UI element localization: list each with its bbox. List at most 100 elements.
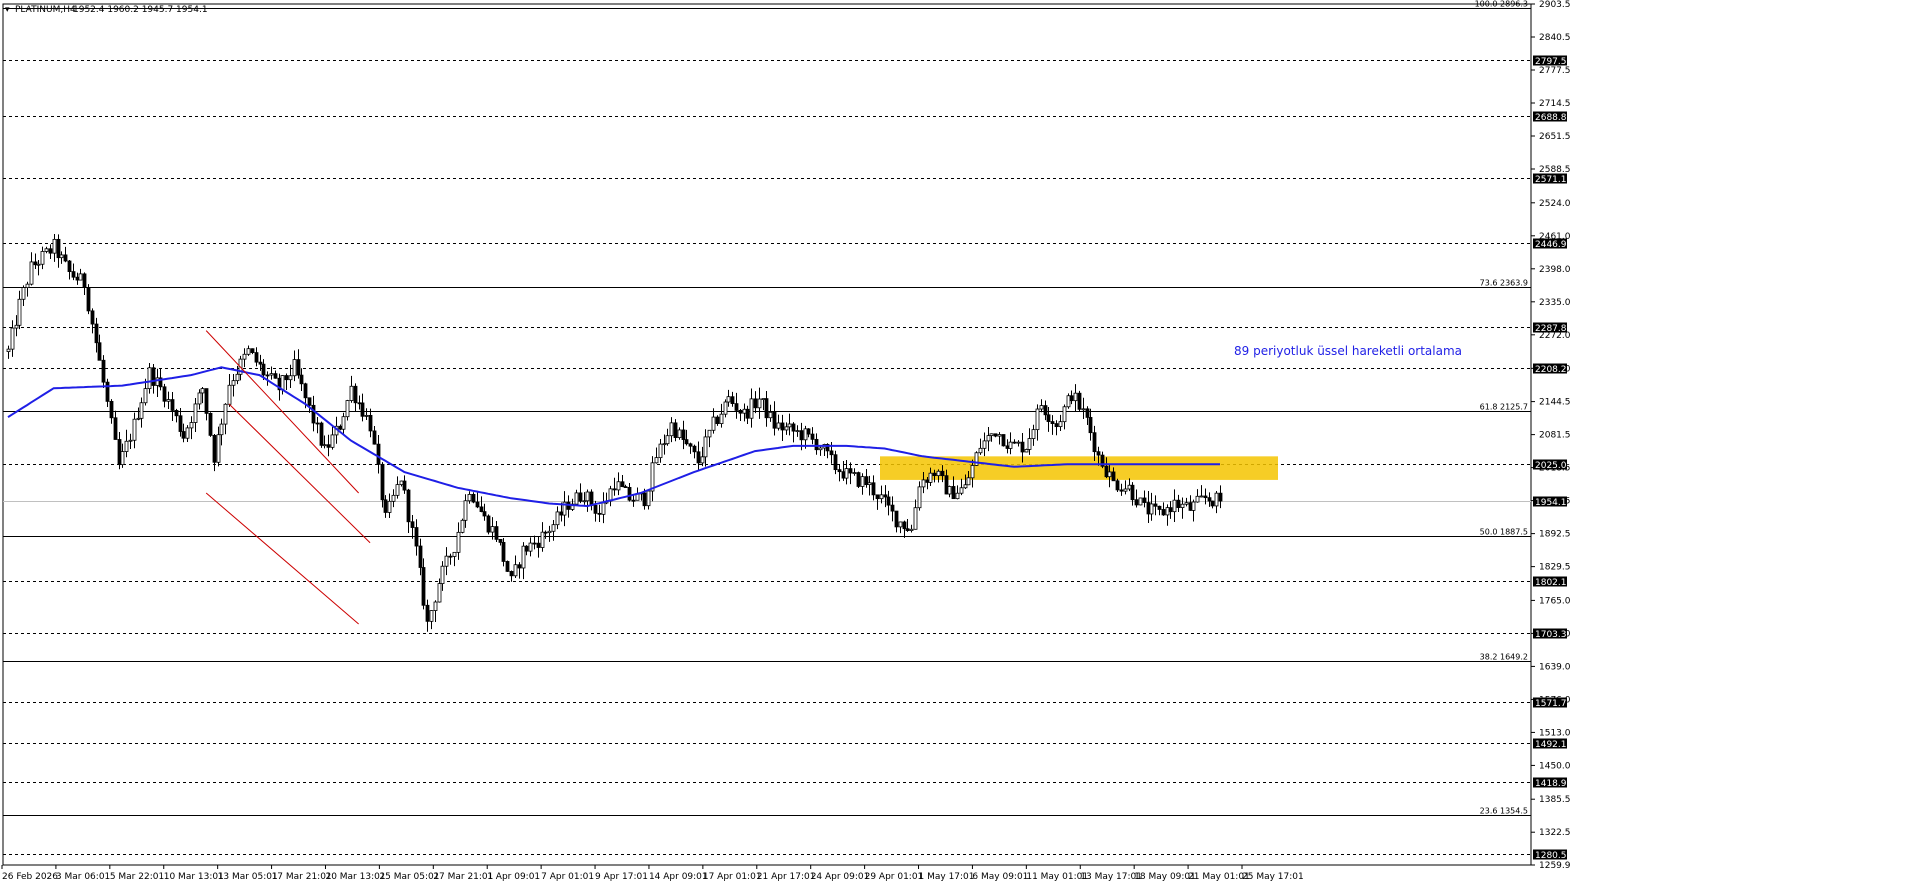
header-ohlc: 1952.4 1960.2 1945.7 1954.1 — [73, 5, 208, 15]
candle-body — [890, 504, 895, 512]
x-tick-label: 1 Apr 09:01 — [487, 872, 540, 882]
candle-body — [997, 434, 1002, 437]
header-symbol: PLATINUM,H4 — [15, 5, 76, 15]
candle-body — [1195, 495, 1200, 503]
candle-body — [494, 526, 499, 540]
candle-body — [738, 409, 743, 414]
candle-body — [947, 486, 952, 495]
fibonacci-level-label: 61.8 2125.7 — [1480, 403, 1528, 412]
candle-body — [353, 385, 358, 404]
candle-body — [650, 462, 655, 492]
level-price-label: 2571.1 — [1535, 175, 1567, 185]
candle-body — [1210, 500, 1215, 507]
candle-body — [265, 374, 270, 377]
candle-body — [684, 439, 689, 445]
candle-body — [547, 530, 552, 534]
candle-body — [395, 484, 400, 496]
candle-body — [524, 545, 529, 552]
y-tick-label: 1513.0 — [1539, 728, 1571, 738]
price-chart[interactable]: 2903.5 2840.5 2777.5 2714.5 2651.5 2588.5 2524… — [0, 0, 1916, 888]
candle-body — [254, 352, 259, 363]
candle-body — [307, 397, 312, 406]
candle-body — [25, 283, 30, 288]
candle-body — [40, 251, 45, 265]
candle-body — [17, 298, 22, 326]
candle-body — [399, 480, 404, 486]
candle-body — [75, 276, 80, 281]
candle-body — [421, 567, 426, 606]
candle-body — [1203, 495, 1208, 499]
x-tick-label: 25 May 17:01 — [1242, 872, 1304, 882]
header-arrow-icon: ▾ — [5, 5, 10, 15]
y-tick-label: 2398.0 — [1539, 265, 1571, 275]
candle-body — [886, 496, 891, 506]
candle-body — [193, 403, 198, 423]
y-tick-label: 2651.5 — [1539, 132, 1571, 142]
candle-body — [341, 416, 346, 430]
candle-body — [1123, 488, 1128, 492]
candle-body — [498, 538, 503, 543]
candle-body — [402, 480, 407, 491]
y-tick-label: 2840.5 — [1539, 33, 1571, 43]
candle-body — [139, 402, 144, 419]
candle-body — [128, 439, 133, 442]
candle-body — [677, 429, 682, 439]
candle-body — [692, 445, 697, 453]
candle-body — [235, 373, 240, 382]
candle-body — [784, 426, 789, 431]
candle-body — [963, 484, 968, 489]
candle-body — [1001, 434, 1006, 447]
candle-body — [330, 434, 335, 448]
x-tick-label: 26 Feb 2026 — [2, 872, 58, 882]
candle-body — [810, 433, 815, 440]
candle-body — [1092, 432, 1097, 453]
candle-body — [989, 433, 994, 436]
candle-body — [162, 386, 167, 402]
candle-body — [616, 481, 621, 491]
candle-body — [646, 490, 651, 507]
candle-body — [921, 479, 926, 488]
candle-body — [1008, 441, 1013, 449]
y-tick-label: 1639.0 — [1539, 662, 1571, 672]
candle-body — [1058, 421, 1063, 428]
candle-body — [368, 414, 373, 432]
candle-body — [597, 512, 602, 515]
candle-body — [1043, 405, 1048, 416]
candle-body — [700, 456, 705, 464]
candle-body — [1161, 509, 1166, 516]
candle-body — [715, 416, 720, 425]
candle-body — [925, 479, 930, 483]
y-tick-label: 2903.5 — [1539, 0, 1571, 10]
candle-body — [909, 528, 914, 531]
candle-body — [791, 423, 796, 432]
candle-body — [151, 367, 156, 386]
candle-body — [703, 436, 708, 458]
candle-body — [1031, 429, 1036, 439]
candle-body — [63, 254, 68, 262]
fibonacci-level-label: 50.0 1887.5 — [1480, 528, 1528, 537]
candle-body — [479, 506, 484, 513]
candle-body — [517, 564, 522, 569]
candle-body — [383, 499, 388, 513]
candle-body — [848, 468, 853, 474]
candle-body — [993, 433, 998, 437]
level-price-label: 2287.8 — [1535, 324, 1567, 334]
level-price-label: 2208.2 — [1535, 365, 1567, 375]
candle-body — [56, 238, 61, 259]
candle-body — [669, 422, 674, 437]
y-tick-label: 1322.5 — [1539, 828, 1571, 838]
y-tick-label: 2335.0 — [1539, 298, 1571, 308]
candle-body — [856, 472, 861, 487]
candle-body — [33, 261, 38, 266]
candle-body — [372, 430, 377, 445]
candle-body — [475, 501, 480, 508]
candle-body — [978, 447, 983, 454]
level-price-label: 2446.9 — [1535, 240, 1567, 250]
candle-body — [764, 398, 769, 419]
chart-canvas[interactable]: 2903.52840.52777.52714.52651.52588.52524… — [0, 0, 1916, 888]
candle-body — [471, 493, 476, 503]
candle-body — [418, 545, 423, 568]
candle-body — [1134, 499, 1139, 506]
candle-body — [433, 601, 438, 611]
candle-body — [452, 551, 457, 557]
